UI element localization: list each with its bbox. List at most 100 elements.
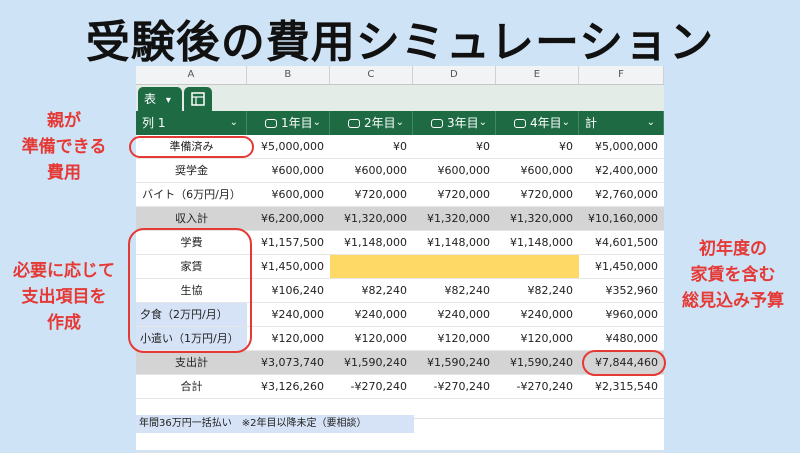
cell[interactable]: ¥120,000 [247, 327, 330, 350]
cell[interactable]: ¥600,000 [247, 159, 330, 182]
cell[interactable]: ¥120,000 [496, 327, 579, 350]
column-header-bar: A B C D E F [136, 66, 665, 85]
cell[interactable]: ¥480,000 [579, 327, 664, 350]
cell[interactable]: ¥1,590,240 [496, 351, 579, 374]
cell[interactable]: ¥720,000 [496, 183, 579, 206]
cell[interactable]: ¥1,148,000 [330, 231, 413, 254]
cell[interactable]: ¥240,000 [330, 303, 413, 326]
cell[interactable]: ¥1,590,240 [330, 351, 413, 374]
header-total[interactable]: 計 ⌄ [579, 111, 664, 135]
header-year-label: 4年目 [530, 116, 562, 130]
cell[interactable]: ¥600,000 [413, 159, 496, 182]
cell[interactable]: -¥270,240 [413, 375, 496, 398]
row-label[interactable]: 収入計 [136, 207, 247, 230]
cell[interactable]: ¥720,000 [413, 183, 496, 206]
cell[interactable]: ¥6,200,000 [247, 207, 330, 230]
table-tab-bar: 表 ▾ [136, 85, 664, 111]
cell[interactable]: ¥1,450,000 [247, 255, 330, 278]
cell[interactable]: ¥120,000 [330, 327, 413, 350]
column-letter[interactable]: C [330, 66, 413, 84]
cell[interactable]: ¥600,000 [496, 159, 579, 182]
header-total-label: 計 [585, 116, 598, 130]
cell[interactable]: ¥82,240 [496, 279, 579, 302]
chevron-down-icon: ⌄ [229, 117, 238, 128]
cell[interactable]: ¥720,000 [330, 183, 413, 206]
footnote-cell[interactable]: 年間36万円一括払い ※2年目以降未定（要相談） [136, 415, 414, 433]
cell[interactable]: -¥270,240 [330, 375, 413, 398]
cell[interactable]: ¥1,320,000 [330, 207, 413, 230]
table-tab[interactable]: 表 ▾ [138, 87, 182, 111]
cell[interactable]: ¥240,000 [247, 303, 330, 326]
header-year-label: 2年目 [364, 116, 396, 130]
cell[interactable]: ¥240,000 [496, 303, 579, 326]
empty-row[interactable] [136, 433, 664, 453]
cell[interactable]: ¥2,315,540 [579, 375, 664, 398]
cell[interactable]: ¥0 [330, 135, 413, 158]
header-year-label: 3年目 [447, 116, 479, 130]
cell[interactable]: ¥600,000 [330, 159, 413, 182]
column-letter[interactable]: D [413, 66, 496, 84]
row-label[interactable]: バイト（6万円/月） [136, 183, 247, 206]
cell[interactable]: ¥120,000 [413, 327, 496, 350]
cell[interactable]: ¥1,148,000 [496, 231, 579, 254]
cell[interactable]: ¥1,148,000 [413, 231, 496, 254]
table-row: 奨学金 ¥600,000 ¥600,000 ¥600,000 ¥600,000 … [136, 159, 664, 183]
table-row-grand-total: 合計 ¥3,126,260 -¥270,240 -¥270,240 -¥270,… [136, 375, 664, 399]
cell[interactable]: ¥352,960 [579, 279, 664, 302]
currency-icon [514, 119, 526, 128]
header-col1-label: 列 1 [142, 116, 166, 130]
row-label[interactable]: 支出計 [136, 351, 247, 374]
header-year-1[interactable]: 1年目 ⌄ [247, 111, 330, 135]
cell[interactable]: ¥1,157,500 [247, 231, 330, 254]
cell[interactable]: ¥10,160,000 [579, 207, 664, 230]
currency-icon [431, 119, 443, 128]
cell[interactable]: ¥600,000 [247, 183, 330, 206]
cell[interactable]: ¥0 [413, 135, 496, 158]
chevron-down-icon: ▾ [165, 95, 171, 106]
cell[interactable]: ¥1,590,240 [413, 351, 496, 374]
cell[interactable]: ¥4,601,500 [579, 231, 664, 254]
cell[interactable]: ¥0 [496, 135, 579, 158]
chevron-down-icon: ⌄ [478, 117, 487, 128]
currency-icon [348, 119, 360, 128]
table-tab-label: 表 [144, 92, 157, 106]
column-letter[interactable]: F [579, 66, 665, 84]
header-year-label: 1年目 [281, 116, 313, 130]
cell[interactable]: ¥3,073,740 [247, 351, 330, 374]
chevron-down-icon: ⌄ [312, 117, 321, 128]
cell[interactable]: ¥3,126,260 [247, 375, 330, 398]
header-year-3[interactable]: 3年目 ⌄ [413, 111, 496, 135]
column-letter[interactable]: E [496, 66, 579, 84]
table-view-button[interactable] [184, 87, 212, 111]
annotation-total-budget: 初年度の 家賃を含む 総見込み予算 [682, 239, 784, 311]
header-year-4[interactable]: 4年目 ⌄ [496, 111, 579, 135]
cell[interactable]: ¥5,000,000 [247, 135, 330, 158]
header-col1[interactable]: 列 1 ⌄ [136, 111, 247, 135]
cell[interactable]: ¥1,320,000 [413, 207, 496, 230]
cell[interactable]: ¥82,240 [330, 279, 413, 302]
chevron-down-icon: ⌄ [646, 117, 655, 128]
table-header-row: 列 1 ⌄ 1年目 ⌄ 2年目 ⌄ 3年目 ⌄ 4年目 ⌄ 計 ⌄ [136, 111, 664, 135]
highlight-oval-expense-items [128, 228, 252, 353]
column-letter[interactable]: A [136, 66, 247, 84]
cell[interactable]: ¥240,000 [413, 303, 496, 326]
cell[interactable]: ¥106,240 [247, 279, 330, 302]
cell[interactable]: ¥5,000,000 [579, 135, 664, 158]
annotation-parents-fund: 親が 準備できる 費用 [21, 111, 107, 183]
cell[interactable]: ¥82,240 [413, 279, 496, 302]
column-letter[interactable]: B [247, 66, 330, 84]
highlighted-cell-range[interactable] [330, 255, 579, 278]
table-row: バイト（6万円/月） ¥600,000 ¥720,000 ¥720,000 ¥7… [136, 183, 664, 207]
highlight-oval-total-budget [582, 350, 666, 376]
row-label[interactable]: 奨学金 [136, 159, 247, 182]
cell[interactable]: ¥960,000 [579, 303, 664, 326]
row-label[interactable]: 合計 [136, 375, 247, 398]
annotation-create-items: 必要に応じて 支出項目を 作成 [13, 261, 115, 333]
cell[interactable]: ¥2,760,000 [579, 183, 664, 206]
cell[interactable]: ¥2,400,000 [579, 159, 664, 182]
header-year-2[interactable]: 2年目 ⌄ [330, 111, 413, 135]
cell[interactable]: ¥1,320,000 [496, 207, 579, 230]
cell[interactable]: ¥1,450,000 [579, 255, 664, 278]
cell[interactable]: -¥270,240 [496, 375, 579, 398]
page-title: 受験後の費用シミュレーション [85, 17, 715, 68]
